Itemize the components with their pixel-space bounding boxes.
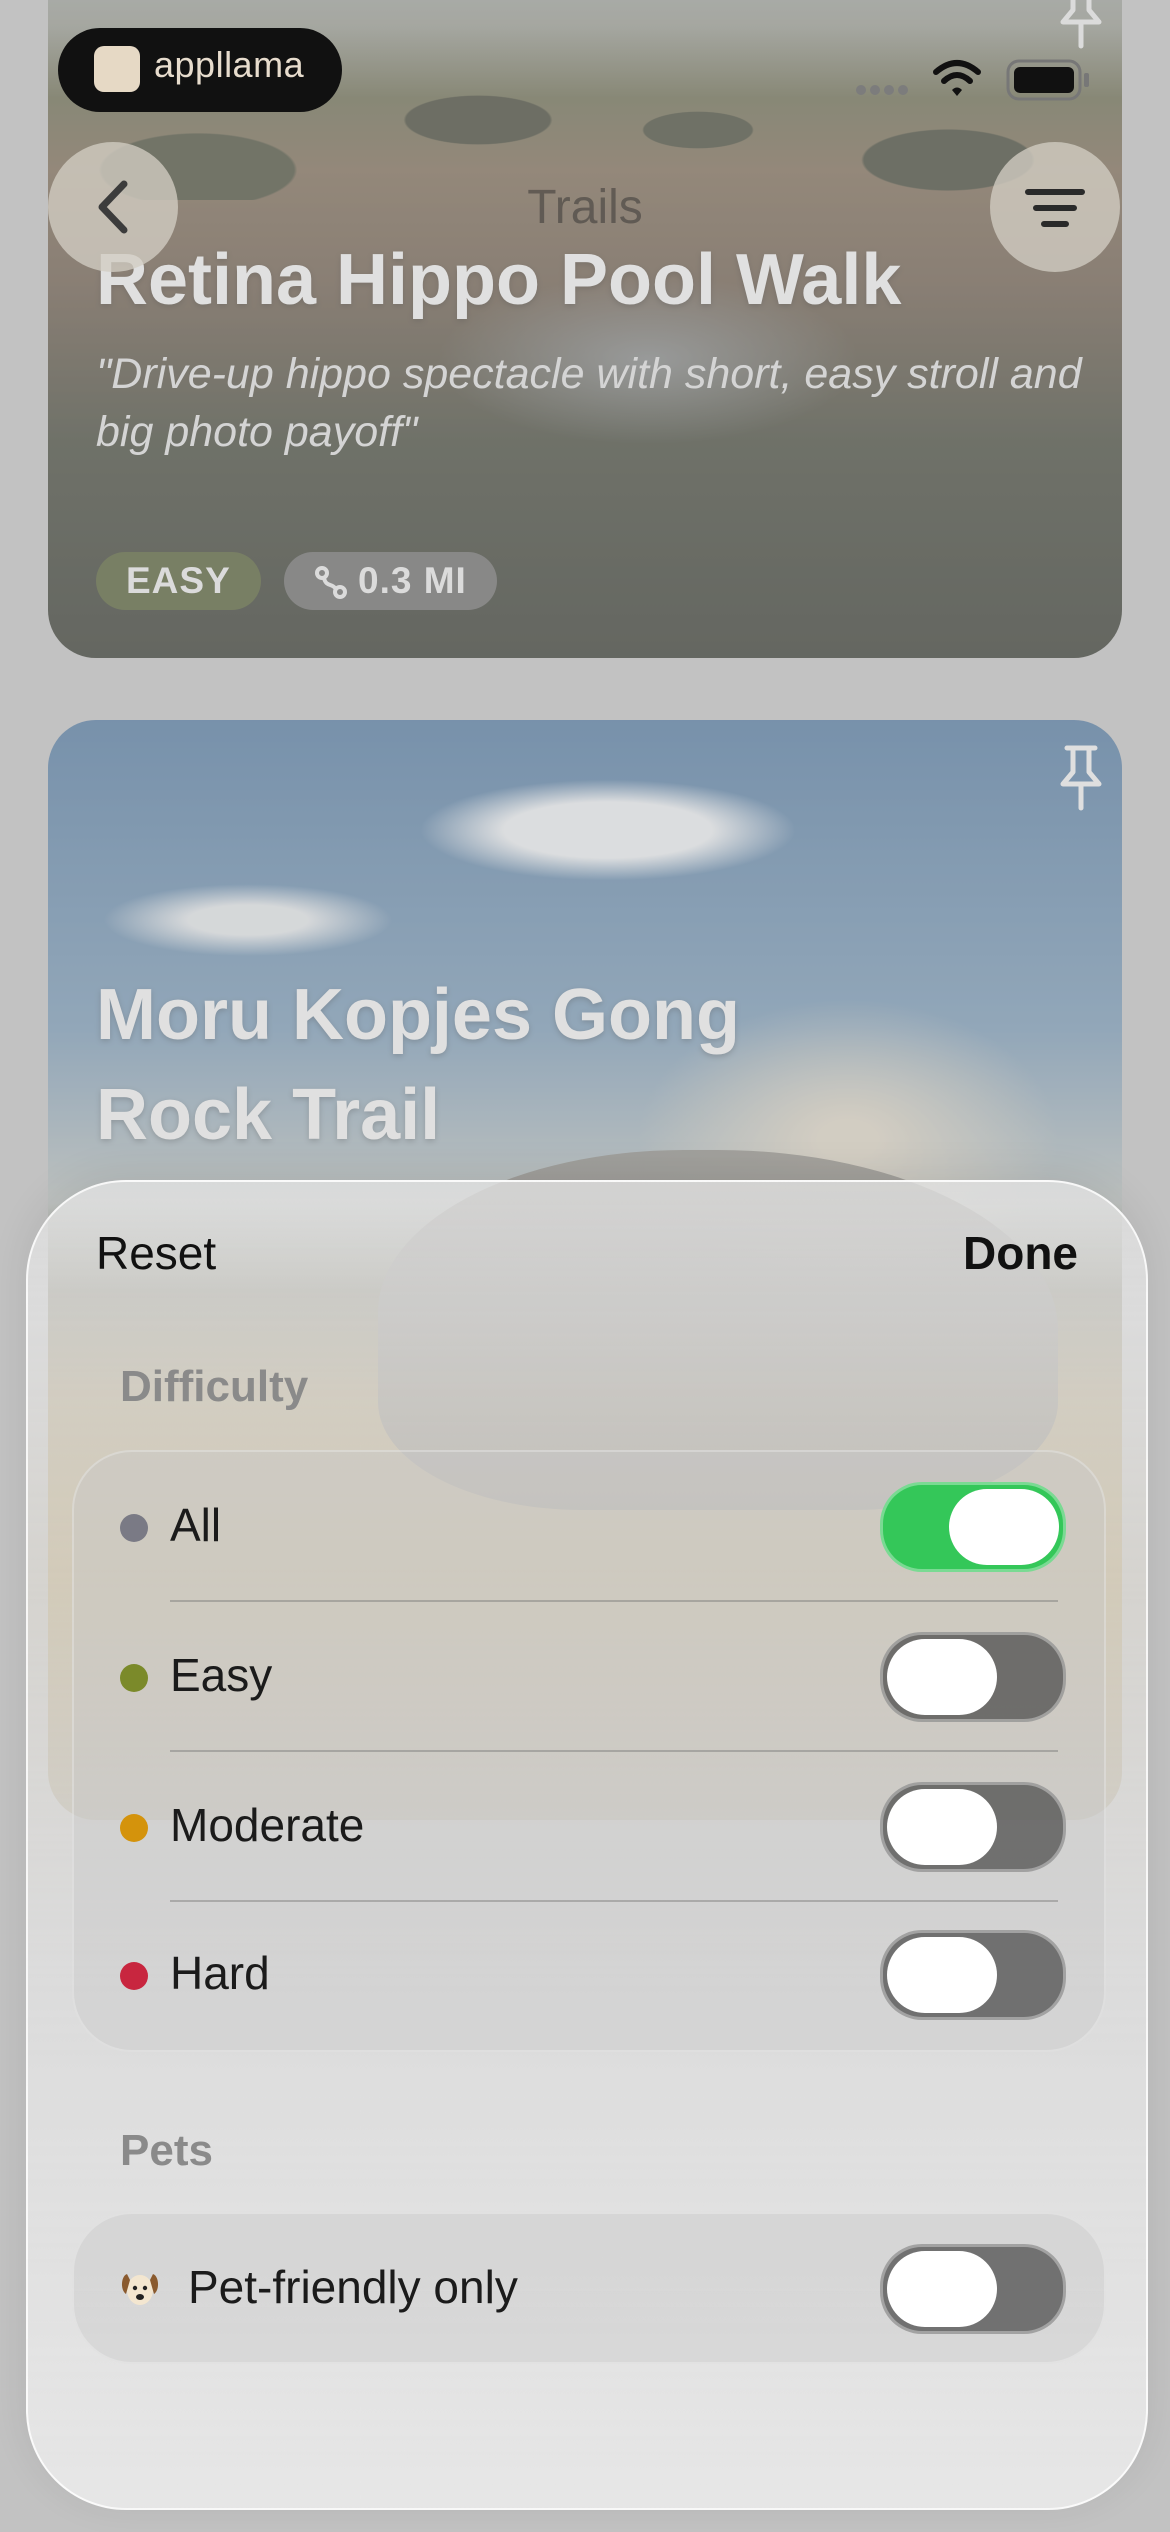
difficulty-row-easy[interactable]: Easy bbox=[74, 1602, 1104, 1752]
difficulty-label: Moderate bbox=[170, 1799, 365, 1851]
difficulty-row-moderate[interactable]: Moderate bbox=[74, 1752, 1104, 1902]
dog-icon bbox=[121, 2274, 159, 2305]
difficulty-row-hard[interactable]: Hard bbox=[74, 1900, 1104, 2050]
difficulty-dot bbox=[120, 1514, 148, 1542]
difficulty-label: Easy bbox=[170, 1649, 273, 1701]
filter-icon bbox=[1025, 189, 1085, 227]
difficulty-dot bbox=[120, 1664, 148, 1692]
filter-sheet: Reset Done Difficulty All Easy Moderate … bbox=[26, 1180, 1148, 2510]
pets-group: Pet-friendly only bbox=[72, 2212, 1106, 2364]
app-name: appllama bbox=[154, 44, 305, 85]
pet-friendly-label: Pet-friendly only bbox=[188, 2261, 518, 2313]
pet-friendly-toggle[interactable] bbox=[880, 2244, 1066, 2334]
easy-toggle[interactable] bbox=[880, 1632, 1066, 1722]
difficulty-label: All bbox=[170, 1499, 222, 1551]
difficulty-section-label: Difficulty bbox=[120, 1362, 309, 1411]
llama-logo-icon bbox=[94, 46, 140, 92]
difficulty-group: All Easy Moderate Hard bbox=[72, 1450, 1106, 2052]
difficulty-dot bbox=[120, 1814, 148, 1842]
battery-icon bbox=[1006, 59, 1089, 101]
difficulty-dot bbox=[120, 1962, 148, 1990]
app-badge: appllama bbox=[58, 28, 342, 112]
moderate-toggle[interactable] bbox=[880, 1782, 1066, 1872]
wifi-icon bbox=[933, 60, 981, 96]
signal-icon bbox=[856, 82, 912, 100]
pet-friendly-row[interactable]: Pet-friendly only bbox=[74, 2214, 1104, 2364]
done-button[interactable]: Done bbox=[963, 1226, 1078, 1280]
all-toggle[interactable] bbox=[880, 1482, 1066, 1572]
filter-button[interactable] bbox=[990, 142, 1120, 272]
pets-section-label: Pets bbox=[120, 2126, 213, 2175]
reset-button[interactable]: Reset bbox=[96, 1226, 216, 1280]
difficulty-label: Hard bbox=[170, 1947, 270, 1999]
difficulty-row-all[interactable]: All bbox=[74, 1452, 1104, 1602]
hard-toggle[interactable] bbox=[880, 1930, 1066, 2020]
